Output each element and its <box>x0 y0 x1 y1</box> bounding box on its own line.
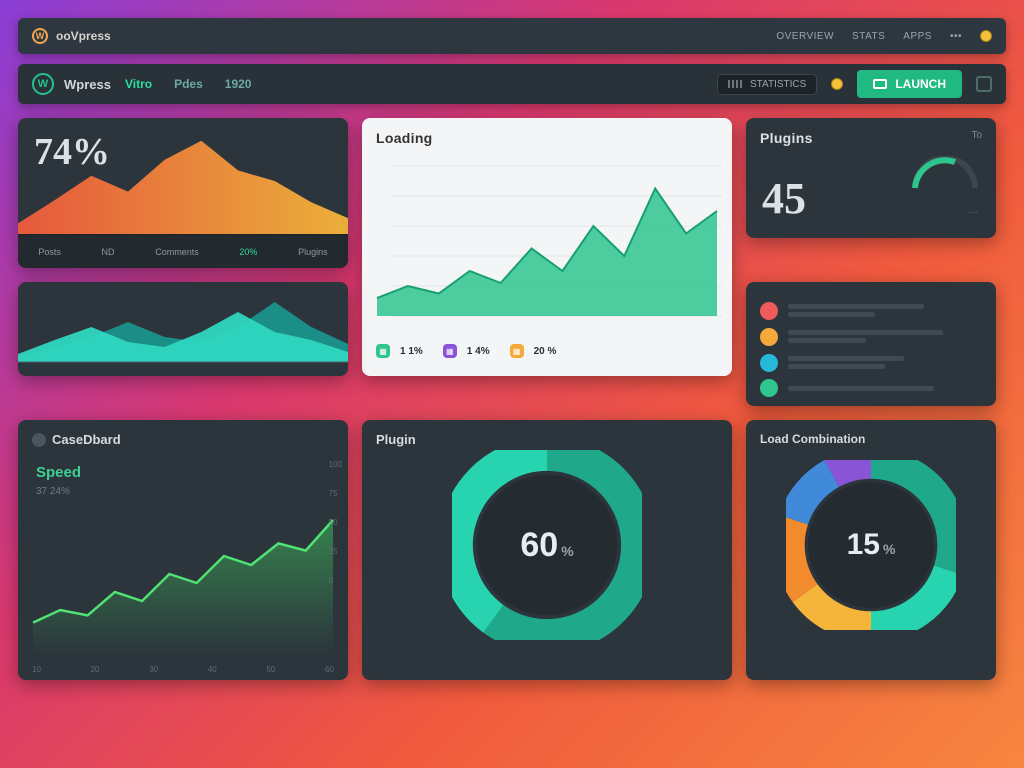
toolbar-tabs: Vitro Pdes 1920 <box>125 77 252 91</box>
card-combo-donut: Load Combination 15% <box>746 420 996 680</box>
tab-vitro[interactable]: Vitro <box>125 77 152 91</box>
combo-title: Load Combination <box>760 432 865 446</box>
teal-area-chart <box>18 282 348 376</box>
legend-2[interactable]: ▦1 4% <box>443 344 490 358</box>
card-teal-area <box>18 282 348 376</box>
list-item[interactable] <box>760 327 982 346</box>
list-text <box>788 327 982 346</box>
pill-label: STATISTICS <box>750 79 806 90</box>
foot-posts[interactable]: Posts <box>38 247 61 257</box>
list-item[interactable] <box>760 353 982 372</box>
dot-icon <box>760 328 778 346</box>
settings-icon[interactable] <box>976 76 992 92</box>
plugin-donut-title: Plugin <box>376 432 416 447</box>
toolbar-brand: Wpress <box>64 77 111 92</box>
nav-apps[interactable]: APPS <box>903 31 932 42</box>
tab-1920[interactable]: 1920 <box>225 77 252 91</box>
card-loading: Loading ▦1 1% ▦1 4% ▦20 % <box>362 118 732 376</box>
dashboard-grid: 74% Posts ND Comments 20% Plugins Loadin… <box>18 118 1006 680</box>
foot-20[interactable]: 20% <box>239 247 257 257</box>
card-icon <box>873 79 887 89</box>
list-item[interactable] <box>760 301 982 320</box>
launch-button[interactable]: LAUNCH <box>857 70 962 98</box>
foot-plugins[interactable]: Plugins <box>298 247 328 257</box>
list-text <box>788 301 982 320</box>
square-icon: ▦ <box>510 344 524 358</box>
legend-1[interactable]: ▦1 1% <box>376 344 423 358</box>
dot-icon <box>760 302 778 320</box>
list-text <box>788 353 982 372</box>
plugins-title: Plugins <box>760 130 813 146</box>
tab-pdes[interactable]: Pdes <box>174 77 203 91</box>
speed-line-chart <box>18 420 348 680</box>
card-plugins: Plugins To 45 ··· <box>746 118 996 238</box>
dot-icon <box>760 354 778 372</box>
legend-3[interactable]: ▦20 % <box>510 344 557 358</box>
app-topbar: W ooVpress OVERVIEW STATS APPS ••• <box>18 18 1006 54</box>
card-plugin-donut: Plugin 60% <box>362 420 732 680</box>
loading-legend: ▦1 1% ▦1 4% ▦20 % <box>362 336 732 366</box>
plugins-value: 45 <box>762 173 806 224</box>
user-coin-icon[interactable] <box>831 78 843 90</box>
card-list <box>746 282 996 406</box>
bars-icon <box>728 80 742 88</box>
toolbar: W Wpress Vitro Pdes 1920 STATISTICS LAUN… <box>18 64 1006 104</box>
loading-title: Loading <box>376 130 433 146</box>
card-percent: 74% Posts ND Comments 20% Plugins <box>18 118 348 268</box>
coin-icon[interactable] <box>980 30 992 42</box>
stats-pill[interactable]: STATISTICS <box>717 74 817 95</box>
percent-footer: Posts ND Comments 20% Plugins <box>18 234 348 268</box>
combo-donut-value: 15% <box>847 528 896 562</box>
wp-icon: W <box>32 73 54 95</box>
speed-card-title: CaseDbard <box>32 432 121 447</box>
list-item[interactable] <box>760 379 982 397</box>
plugins-sub: To <box>971 130 982 141</box>
gauge-icon <box>910 156 980 192</box>
square-icon: ▦ <box>376 344 390 358</box>
list-text <box>788 383 982 394</box>
plugin-donut-value: 60% <box>520 526 573 565</box>
brand-icon: W <box>32 28 48 44</box>
plugins-small: ··· <box>968 207 978 218</box>
percent-value: 74% <box>34 130 110 174</box>
speed-xticks: 102030405060 <box>32 665 334 674</box>
nav-overview[interactable]: OVERVIEW <box>776 31 834 42</box>
nav-stats[interactable]: STATS <box>852 31 885 42</box>
top-nav: OVERVIEW STATS APPS ••• <box>776 30 992 42</box>
speed-yticks: 1007550250 <box>329 460 342 585</box>
square-icon: ▦ <box>443 344 457 358</box>
nav-more[interactable]: ••• <box>950 31 962 42</box>
dot-icon <box>760 379 778 397</box>
dash-icon <box>32 433 46 447</box>
cta-label: LAUNCH <box>895 77 946 91</box>
speed-value: 37 24% <box>36 486 70 497</box>
brand-label: ooVpress <box>56 29 111 43</box>
loading-chart <box>362 146 732 336</box>
card-speed: CaseDbard Speed 37 24% 1007550250 102030… <box>18 420 348 680</box>
foot-nd[interactable]: ND <box>102 247 115 257</box>
foot-comments[interactable]: Comments <box>155 247 199 257</box>
speed-label: Speed <box>36 464 81 481</box>
